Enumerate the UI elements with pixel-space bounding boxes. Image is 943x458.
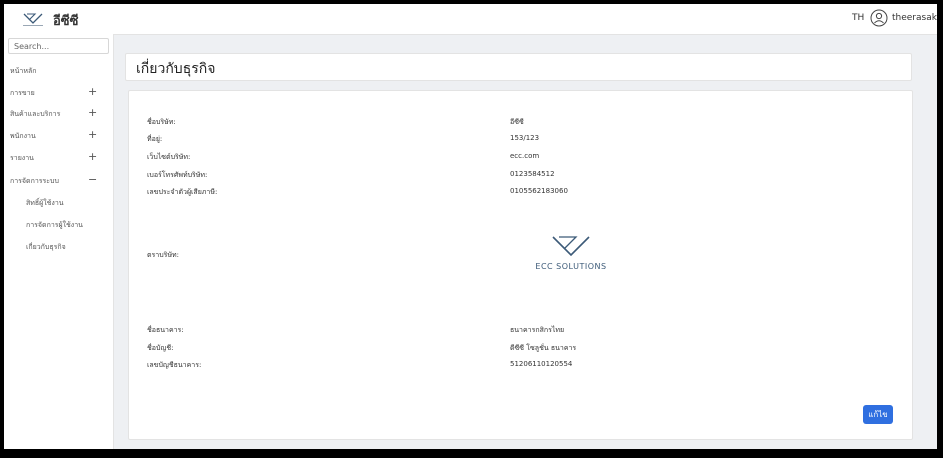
company-logo: ECC SOLUTIONS — [526, 233, 616, 273]
business-info-card: ชื่อบริษัท: อีซีซี ที่อยู่: 153/123 เว็บ… — [128, 90, 913, 440]
page-title: เกี่ยวกับธุรกิจ — [136, 61, 216, 77]
ecc-solutions-logo-icon: ECC SOLUTIONS — [535, 236, 606, 271]
sidebar-item-products[interactable]: สินค้าและบริการ + — [4, 104, 113, 124]
sidebar-subitem-user-management[interactable]: การจัดการผู้ใช้งาน — [4, 215, 113, 235]
sidebar-item-label: สิทธิ์ผู้ใช้งาน — [26, 199, 64, 207]
sidebar-item-label: พนักงาน — [10, 132, 36, 140]
phone-label: เบอร์โทรศัพท์บริษัท: — [147, 171, 208, 179]
sidebar-item-employees[interactable]: พนักงาน + — [4, 126, 113, 146]
company-name-label: ชื่อบริษัท: — [147, 118, 176, 126]
expand-icon[interactable]: + — [88, 85, 97, 98]
bank-name-value: ธนาคารกสิกรไทย — [510, 326, 565, 334]
page-header: เกี่ยวกับธุรกิจ — [125, 53, 912, 81]
account-name-value: ดีซีซี โซลูชั่น ธนาคาร — [510, 344, 577, 352]
logo-text: ECC SOLUTIONS — [535, 262, 606, 271]
account-name-label: ชื่อบัญชี: — [147, 344, 174, 352]
sidebar-item-label: สินค้าและบริการ — [10, 110, 61, 118]
sidebar-item-sales[interactable]: การขาย + — [4, 83, 113, 103]
sidebar-item-system-management[interactable]: การจัดการระบบ − — [4, 171, 113, 191]
expand-icon[interactable]: + — [88, 128, 97, 141]
sidebar-subitem-about-business[interactable]: เกี่ยวกับธุรกิจ — [4, 237, 113, 257]
address-label: ที่อยู่: — [147, 135, 163, 143]
sidebar-item-reports[interactable]: รายงาน + — [4, 148, 113, 168]
bank-name-label: ชื่อธนาคาร: — [147, 326, 184, 334]
expand-icon[interactable]: + — [88, 150, 97, 163]
sidebar-item-label: การจัดการผู้ใช้งาน — [26, 221, 83, 229]
company-logo-label: ตราบริษัท: — [147, 251, 180, 259]
sidebar-item-label: การขาย — [10, 89, 35, 97]
edit-button[interactable]: แก้ไข — [863, 405, 893, 424]
address-value: 153/123 — [510, 134, 540, 142]
phone-value: 0123584512 — [510, 170, 555, 178]
tax-id-value: 0105562183060 — [510, 187, 568, 195]
search-input[interactable] — [8, 38, 109, 54]
sidebar: หน้าหลัก การขาย + สินค้าและบริการ + พนัก… — [4, 34, 114, 449]
sidebar-item-label: การจัดการระบบ — [10, 177, 59, 185]
sidebar-item-label: หน้าหลัก — [10, 67, 37, 75]
account-number-value: 51206110120554 — [510, 360, 573, 368]
user-avatar-icon[interactable] — [870, 9, 888, 27]
account-number-label: เลขบัญชีธนาคาร: — [147, 361, 202, 369]
sidebar-item-label: เกี่ยวกับธุรกิจ — [26, 243, 66, 251]
company-name-value: อีซีซี — [510, 118, 524, 126]
ecc-logo-icon[interactable] — [22, 11, 44, 27]
sidebar-item-home[interactable]: หน้าหลัก — [4, 61, 113, 81]
language-switch[interactable]: TH — [852, 13, 864, 23]
sidebar-item-label: รายงาน — [10, 154, 34, 162]
brand-name[interactable]: อีซีซี — [53, 10, 78, 31]
top-bar: อีซีซี TH theerasak — [4, 4, 937, 35]
sidebar-subitem-user-permissions[interactable]: สิทธิ์ผู้ใช้งาน — [4, 193, 113, 213]
collapse-icon[interactable]: − — [88, 173, 97, 186]
tax-id-label: เลขประจำตัวผู้เสียภาษี: — [147, 188, 218, 196]
expand-icon[interactable]: + — [88, 106, 97, 119]
website-label: เว็บไซต์บริษัท: — [147, 153, 191, 161]
website-value: ecc.com — [510, 152, 540, 160]
username[interactable]: theerasak — [892, 13, 937, 23]
app-window: อีซีซี TH theerasak หน้าหลัก การขาย + สิ… — [4, 4, 937, 449]
